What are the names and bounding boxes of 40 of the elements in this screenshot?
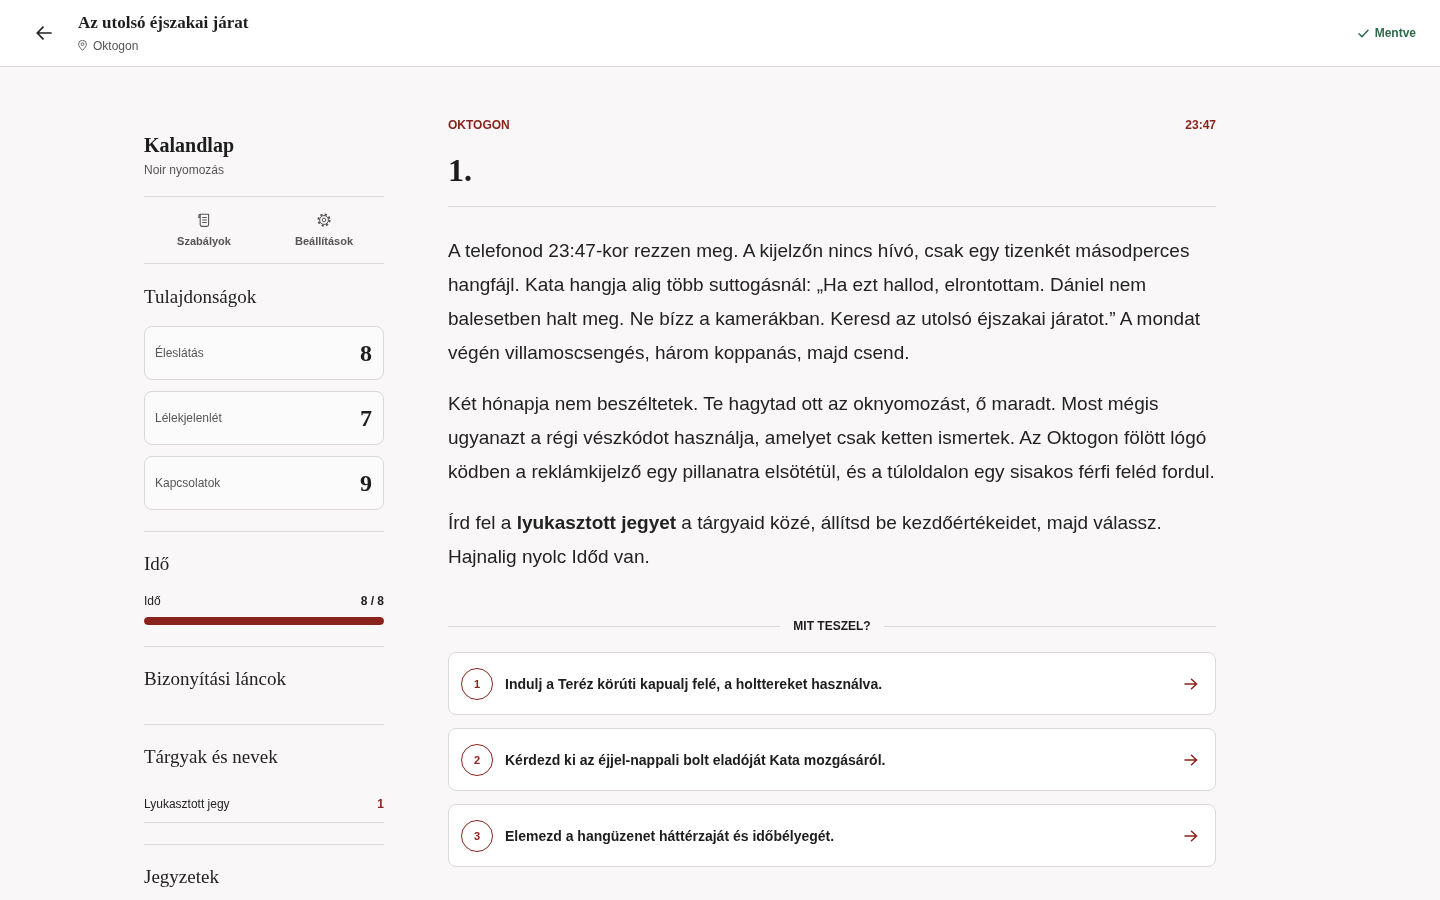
arrow-right-icon xyxy=(1184,829,1198,842)
stat-label: Éleslátás xyxy=(155,345,204,361)
panel-subtitle: Noir nyomozás xyxy=(144,162,226,178)
choices-heading: MIT TESZEL? xyxy=(793,618,871,634)
location-pin-icon xyxy=(78,40,87,51)
settings-icon xyxy=(317,213,331,227)
stat-value: 8 xyxy=(360,339,372,367)
scene-location: OKTOGON xyxy=(448,117,510,133)
stat-label: Kapcsolatok xyxy=(155,475,221,491)
item-count: 1 xyxy=(377,796,384,812)
rules-button[interactable]: Szabályok xyxy=(173,207,235,254)
stat-value: 9 xyxy=(360,469,372,497)
settings-button[interactable]: Beállítások xyxy=(290,207,358,254)
choice-button[interactable]: 2 Kérdezd ki az éjjel-nappali bolt eladóját Kata mozgásáról. xyxy=(448,728,1216,791)
section-heading: Idő xyxy=(144,552,171,576)
arrow-right-icon xyxy=(1184,753,1198,766)
scene-time: 23:47 xyxy=(1185,117,1216,133)
section-heading: Tárgyak és nevek xyxy=(144,745,279,769)
story-paragraph: Írd fel a lyukasztott jegyet a tárgyaid közé, állítsd be kezdőértékeidet, majd válassz. Hajnalig nyolc Időd van. xyxy=(448,511,1163,569)
scene-number: 1. xyxy=(448,151,473,190)
choice-button[interactable]: 3 Elemezd a hangüzenet háttérzaját és időbélyegét. xyxy=(448,804,1216,867)
check-icon xyxy=(1357,28,1369,38)
location-label: Oktogon xyxy=(93,37,139,54)
stat-value: 7 xyxy=(360,404,372,432)
scroll-icon xyxy=(197,213,211,227)
back-arrow-icon xyxy=(36,26,52,40)
stat-label: Lélekjelenlét xyxy=(155,410,222,426)
section-heading: Tulajdonságok xyxy=(144,285,258,309)
section-heading: Jegyzetek xyxy=(144,865,220,889)
save-status: Mentve xyxy=(1374,25,1416,41)
choice-button[interactable]: 1 Indulj a Teréz körúti kapualj felé, a holttereket használva. xyxy=(448,652,1216,715)
story-paragraph: A telefonod 23:47-kor rezzen meg. A kijelzőn nincs hívó, csak egy tizenkét másodperces hangfájl. Kata hangja alig több suttogásnál: „Ha ezt hallod, elrontottam. Dániel nem balesetben halt meg. Ne bízz a kamerákban. Keresd az utolsó éjszakai járatot.” A mondat végén villamoscsengés, három koppanás, majd csend. xyxy=(448,239,1201,365)
section-heading: Bizonyítási láncok xyxy=(144,667,287,691)
arrow-right-icon xyxy=(1184,677,1198,690)
meter-reading: 8 / 8 xyxy=(360,593,384,609)
story-title: Az utolsó éjszakai járat xyxy=(78,12,249,33)
panel-title: Kalandlap xyxy=(144,133,236,157)
story-paragraph: Két hónapja nem beszéltetek. Te hagytad ott az oknyomozást, ő maradt. Most mégis ugyanazt a régi vészkódot használja, amelyet csak ketten ismertek. Az Oktogon fölött lógó ködben a reklámkijelző egy pillanatra elsötétül, és a túloldalon egy sisakos férfi feléd fordul. xyxy=(448,392,1216,484)
meter-label: Idő xyxy=(144,593,161,609)
item-name[interactable]: Lyukasztott jegy xyxy=(144,796,230,812)
